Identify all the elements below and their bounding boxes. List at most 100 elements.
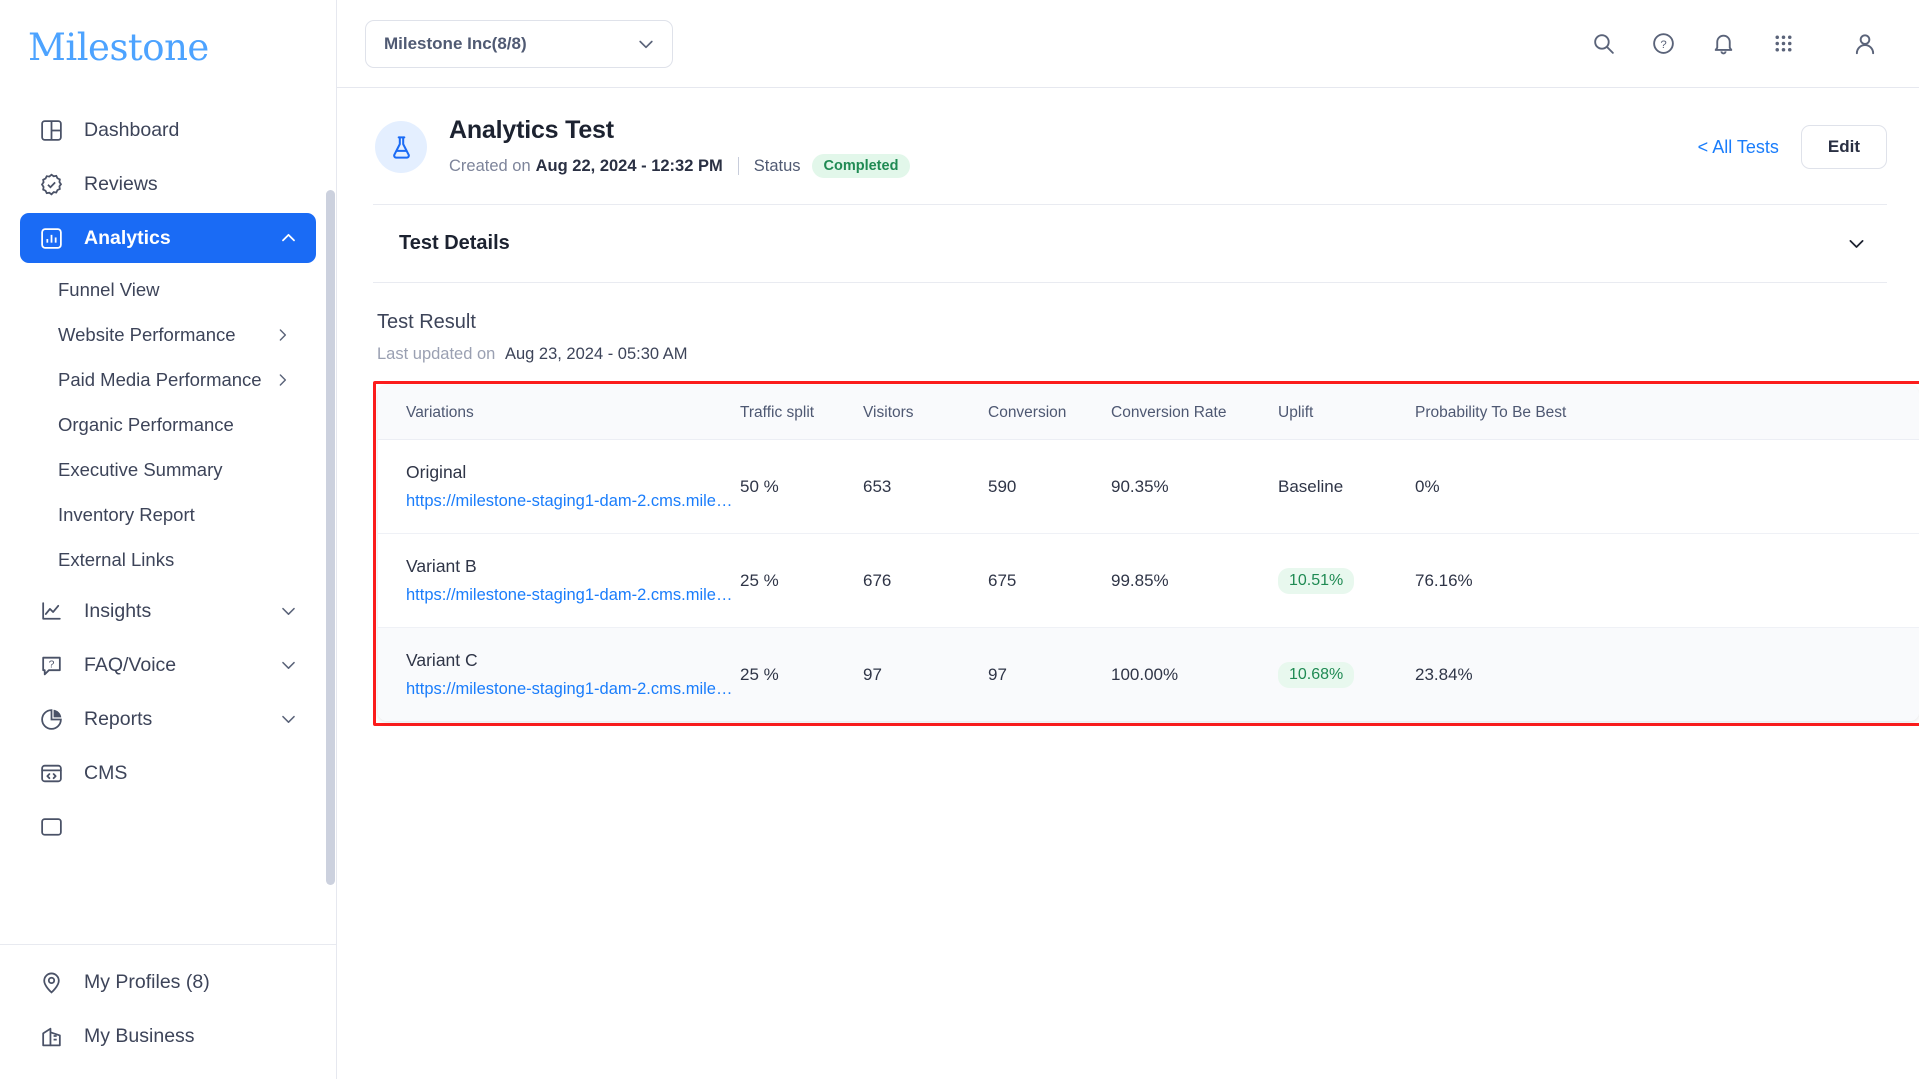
edit-button[interactable]: Edit bbox=[1800, 125, 1887, 169]
organization-selector[interactable]: Milestone Inc(8/8) bbox=[365, 19, 673, 68]
column-header-visitors: Visitors bbox=[863, 386, 988, 440]
variation-url[interactable]: https://milestone-staging1-dam-2.cms.mil… bbox=[406, 680, 736, 699]
sidebar-item-label: CMS bbox=[84, 761, 128, 784]
svg-text:?: ? bbox=[49, 659, 55, 670]
cell-uplift: 10.51% bbox=[1278, 533, 1415, 628]
sidebar-subitem-organic-performance[interactable]: Organic Performance bbox=[0, 402, 316, 447]
cell-conversion: 675 bbox=[988, 533, 1111, 628]
cell-variation: Variant B https://milestone-staging1-dam… bbox=[378, 533, 740, 628]
sidebar-item-label: Insights bbox=[84, 599, 152, 622]
milestone-logo[interactable]: Milestone bbox=[28, 26, 209, 69]
sidebar-item-reports[interactable]: Reports bbox=[20, 694, 316, 744]
table-row: Variant C https://milestone-staging1-dam… bbox=[378, 627, 1919, 721]
pie-chart-icon bbox=[38, 706, 65, 733]
status-label: Status bbox=[753, 156, 801, 175]
column-header-probability-to-be-best: Probability To Be Best bbox=[1415, 386, 1919, 440]
results-table-card: Variations Traffic split Visitors Conver… bbox=[378, 386, 1919, 721]
chevron-down-icon[interactable] bbox=[279, 710, 298, 729]
column-header-conversion-rate: Conversion Rate bbox=[1111, 386, 1278, 440]
variation-url[interactable]: https://milestone-staging1-dam-2.cms.mil… bbox=[406, 492, 736, 511]
topbar-icons: ? bbox=[1581, 22, 1887, 66]
test-details-section-header[interactable]: Test Details bbox=[373, 205, 1887, 283]
sidebar-item-label: My Business bbox=[84, 1024, 195, 1047]
building-icon bbox=[38, 1023, 65, 1050]
sidebar-subitem-funnel-view[interactable]: Funnel View bbox=[0, 267, 316, 312]
created-date: Aug 22, 2024 - 12:32 PM bbox=[535, 156, 723, 175]
logo-container: Milestone bbox=[0, 0, 336, 95]
cell-conversion-rate: 90.35% bbox=[1111, 439, 1278, 534]
user-account-icon[interactable] bbox=[1843, 22, 1887, 66]
cell-visitors: 97 bbox=[863, 627, 988, 721]
sidebar-item-my-profiles[interactable]: My Profiles (8) bbox=[20, 957, 316, 1007]
chevron-up-icon[interactable] bbox=[279, 229, 298, 248]
last-updated-date: Aug 23, 2024 - 05:30 AM bbox=[504, 345, 688, 363]
search-icon[interactable] bbox=[1581, 22, 1625, 66]
column-header-conversion: Conversion bbox=[988, 386, 1111, 440]
topbar: Milestone Inc(8/8) ? bbox=[337, 0, 1919, 88]
apps-grid-icon[interactable] bbox=[1761, 22, 1805, 66]
cell-traffic-split: 25 % bbox=[740, 627, 863, 721]
sidebar-subitem-inventory-report[interactable]: Inventory Report bbox=[0, 492, 316, 537]
sidebar-subitem-label: Inventory Report bbox=[58, 503, 195, 525]
notification-bell-icon[interactable] bbox=[1701, 22, 1745, 66]
table-header-row: Variations Traffic split Visitors Conver… bbox=[378, 386, 1919, 440]
subtitle-divider bbox=[737, 157, 739, 175]
uplift-badge: 10.51% bbox=[1278, 567, 1355, 594]
sidebar-item-analytics[interactable]: Analytics bbox=[20, 213, 316, 263]
chevron-down-icon bbox=[636, 34, 656, 54]
chevron-down-icon[interactable] bbox=[1846, 233, 1879, 254]
flask-icon bbox=[375, 121, 427, 173]
sidebar-subitem-label: Organic Performance bbox=[58, 413, 234, 435]
variation-url[interactable]: https://milestone-staging1-dam-2.cms.mil… bbox=[406, 586, 736, 605]
sidebar-item-reviews[interactable]: Reviews bbox=[20, 159, 316, 209]
sidebar-item-my-business[interactable]: My Business bbox=[20, 1011, 316, 1061]
chevron-down-icon[interactable] bbox=[279, 602, 298, 621]
sidebar-item-insights[interactable]: Insights bbox=[20, 586, 316, 636]
sidebar-item-dashboard[interactable]: Dashboard bbox=[20, 105, 316, 155]
dashboard-icon bbox=[38, 117, 65, 144]
results-table-highlight: Variations Traffic split Visitors Conver… bbox=[373, 381, 1919, 726]
sidebar-bottom-section: My Profiles (8) My Business bbox=[0, 944, 336, 1079]
svg-text:?: ? bbox=[1660, 39, 1666, 51]
table-body: Original https://milestone-staging1-dam-… bbox=[378, 439, 1919, 721]
sidebar-subitem-website-performance[interactable]: Website Performance bbox=[0, 312, 316, 357]
cell-uplift: Baseline bbox=[1278, 439, 1415, 534]
sidebar-item-label: Dashboard bbox=[84, 118, 180, 141]
test-details-title: Test Details bbox=[399, 232, 510, 254]
chevron-right-icon[interactable] bbox=[274, 371, 291, 388]
sidebar-item-cms[interactable]: CMS bbox=[20, 748, 316, 798]
cell-visitors: 676 bbox=[863, 533, 988, 628]
cell-uplift: 10.68% bbox=[1278, 627, 1415, 721]
sidebar-subitem-label: Executive Summary bbox=[58, 458, 223, 480]
sidebar-subitem-external-links[interactable]: External Links bbox=[0, 537, 316, 582]
column-header-variations: Variations bbox=[378, 386, 740, 440]
test-results-table: Variations Traffic split Visitors Conver… bbox=[378, 386, 1919, 721]
sidebar-subitem-executive-summary[interactable]: Executive Summary bbox=[0, 447, 316, 492]
sidebar-item-label: FAQ/Voice bbox=[84, 653, 177, 676]
last-updated: Last updated on Aug 23, 2024 - 05:30 AM bbox=[377, 345, 1887, 364]
variation-name: Variant B bbox=[406, 556, 477, 576]
sidebar-scrollbar[interactable] bbox=[326, 190, 335, 885]
sidebar-subitem-label: Website Performance bbox=[58, 323, 236, 345]
sidebar-item-partial[interactable] bbox=[20, 802, 316, 852]
cell-traffic-split: 25 % bbox=[740, 533, 863, 628]
sidebar: Milestone Dashboard Reviews Analytics Fu… bbox=[0, 0, 337, 1079]
sidebar-subitem-label: External Links bbox=[58, 548, 175, 570]
column-header-uplift: Uplift bbox=[1278, 386, 1415, 440]
page-content: Analytics Test Created on Aug 22, 2024 -… bbox=[337, 88, 1919, 1079]
organization-selector-value: Milestone Inc(8/8) bbox=[384, 33, 527, 53]
sidebar-subitem-paid-media-performance[interactable]: Paid Media Performance bbox=[0, 357, 316, 402]
cell-probability: 0% bbox=[1415, 439, 1919, 534]
all-tests-link[interactable]: < All Tests bbox=[1698, 137, 1779, 158]
sidebar-subitem-label: Paid Media Performance bbox=[58, 368, 262, 390]
cell-visitors: 653 bbox=[863, 439, 988, 534]
chevron-down-icon[interactable] bbox=[279, 656, 298, 675]
sidebar-item-faq-voice[interactable]: ? FAQ/Voice bbox=[20, 640, 316, 690]
partial-icon bbox=[38, 814, 65, 841]
page-header: Analytics Test Created on Aug 22, 2024 -… bbox=[373, 88, 1887, 205]
status-badge: Completed bbox=[811, 154, 911, 178]
help-circle-icon[interactable]: ? bbox=[1641, 22, 1685, 66]
chevron-right-icon[interactable] bbox=[274, 326, 291, 343]
page-title: Analytics Test bbox=[449, 116, 614, 144]
cell-conversion: 97 bbox=[988, 627, 1111, 721]
